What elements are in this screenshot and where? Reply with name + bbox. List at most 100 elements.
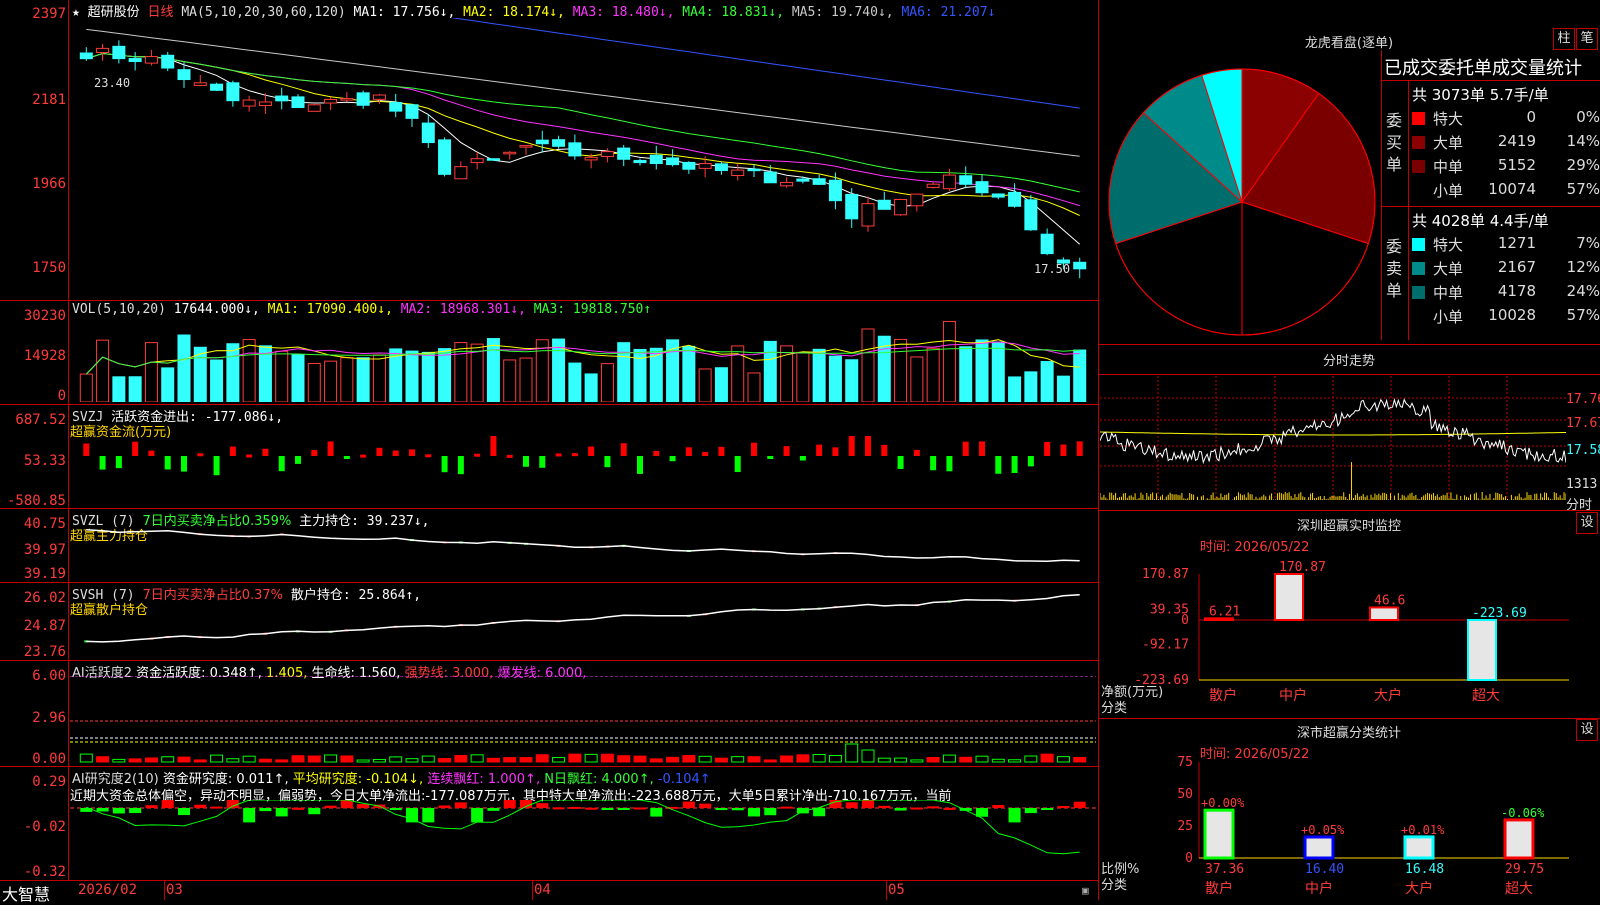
order-stats-table: 已成交委托单成交量统计 委买单 委卖单 共 3073单 5.7手/单 共 402… (1381, 50, 1600, 340)
research-bar (699, 803, 712, 808)
activity-bar (503, 757, 517, 763)
right-sep-1 (1099, 344, 1600, 345)
volume-bar (845, 359, 859, 402)
candle-body (1040, 233, 1054, 255)
order-row: 大单 2167 12% (1412, 258, 1600, 279)
flow-bar (702, 452, 709, 456)
volume-bar (112, 376, 126, 402)
volume-bar (161, 367, 175, 402)
tick-mode-button[interactable]: 笔 (1576, 28, 1598, 50)
activity-bar (535, 754, 549, 763)
activity-bar (1056, 756, 1070, 763)
intraday-chart[interactable] (1100, 376, 1566, 510)
activity-bar (568, 753, 582, 763)
panel-sep-2 (0, 404, 1098, 405)
volume-bar (340, 357, 354, 402)
panel-sep-5 (0, 660, 1098, 661)
candle-body (177, 69, 191, 81)
price-ytick-3: 1966 (32, 176, 66, 192)
holding-line (86, 594, 1080, 643)
flow-bar (523, 456, 529, 467)
activity-bar (356, 759, 370, 763)
capital-flow-chart[interactable] (70, 436, 1096, 506)
activity-bar (959, 756, 973, 763)
candle-body (617, 147, 631, 160)
low-price-label: 17.50 (1034, 262, 1071, 276)
monitor-title: 深圳超赢实时监控 (1296, 519, 1401, 534)
svzj-ytick-3: -580.85 (6, 493, 66, 509)
candle-body (926, 183, 940, 188)
volume-bar (926, 347, 940, 402)
vol-ma2: MA2: 18968.301↓, (400, 302, 526, 317)
activity-bar (714, 757, 728, 763)
flow-bar (979, 441, 985, 456)
candle-body (796, 178, 810, 182)
activity-bar (1073, 756, 1087, 763)
main-holdings-chart[interactable] (70, 520, 1096, 580)
candle-body (698, 163, 712, 169)
classstat-settings-button[interactable]: 设 (1576, 719, 1598, 741)
activity-bar (193, 759, 207, 763)
stats-label-col (1408, 80, 1409, 340)
ai-research-chart[interactable] (70, 800, 1096, 878)
research-bar (585, 807, 598, 810)
intraday-price-1: 17.76 (1566, 392, 1600, 407)
xaxis-divider-3 (886, 880, 887, 900)
activity-bar (421, 755, 435, 763)
volume-bar (617, 342, 631, 402)
research-bar (878, 805, 891, 808)
activity-bar (1040, 753, 1054, 763)
classstat-ytick: 25 (1177, 819, 1193, 834)
lock-icon[interactable]: ▣ (1082, 884, 1089, 897)
activity-bar (128, 758, 142, 763)
ai2-ytick-1: 0.29 (32, 774, 66, 790)
research-bar (357, 803, 370, 808)
volume-bar (1024, 371, 1038, 402)
candle-body (861, 203, 875, 227)
ratio-bar-chart[interactable]: 75 50 25 0 +0.00% 37.36 散户 +0.05% 16.40 中户 +0.01% 1… (1099, 756, 1600, 900)
order-row: 大单 2419 14% (1412, 132, 1600, 153)
ai-activity-chart[interactable] (70, 676, 1096, 764)
activity-bar (291, 755, 305, 763)
flow-bar (685, 447, 692, 456)
volume-chart[interactable] (70, 318, 1096, 402)
monitor-settings-button[interactable]: 设 (1576, 512, 1598, 534)
candle-body (226, 82, 240, 102)
order-pie-chart[interactable] (1106, 66, 1378, 336)
flow-bar (83, 443, 90, 456)
candle-body (552, 139, 566, 147)
net-amount-bar-chart[interactable]: 170.8739.350-92.17-223.696.21散户170.87中户4… (1099, 550, 1600, 718)
candle-body (714, 163, 728, 171)
order-volume: 0 (1526, 108, 1536, 126)
flow-bar (181, 456, 187, 472)
candlestick-chart[interactable] (70, 18, 1096, 298)
candle-body (438, 139, 452, 175)
order-type: 中单 (1433, 158, 1464, 176)
retail-holdings-chart[interactable] (70, 594, 1096, 658)
volume-bar (96, 339, 110, 402)
flow-bar (571, 453, 578, 457)
candle-body (763, 171, 777, 184)
activity-bar (796, 754, 810, 763)
volume-bar (242, 339, 256, 402)
classstat-bar (1203, 808, 1235, 860)
activity-bar (763, 759, 777, 763)
research-bar (259, 808, 272, 812)
flow-bar (962, 441, 969, 456)
stats-subtitle: 已成交委托单成交量统计 (1384, 58, 1582, 79)
research-bar (634, 807, 646, 810)
order-percent: 7% (1576, 234, 1600, 252)
activity-bar (877, 757, 891, 763)
activity-bar (682, 755, 696, 763)
classstat-category: 大户 (1405, 880, 1433, 897)
flow-bar (164, 456, 171, 470)
research-bar (292, 807, 304, 810)
flow-bar (506, 454, 513, 458)
flow-bar (376, 447, 383, 456)
volume-bar (1073, 349, 1087, 402)
research-bar (617, 808, 630, 810)
classstat-category: 超大 (1505, 881, 1533, 897)
bar-mode-button[interactable]: 柱 (1553, 28, 1575, 50)
research-bar (471, 808, 484, 823)
research-bar (748, 808, 760, 817)
